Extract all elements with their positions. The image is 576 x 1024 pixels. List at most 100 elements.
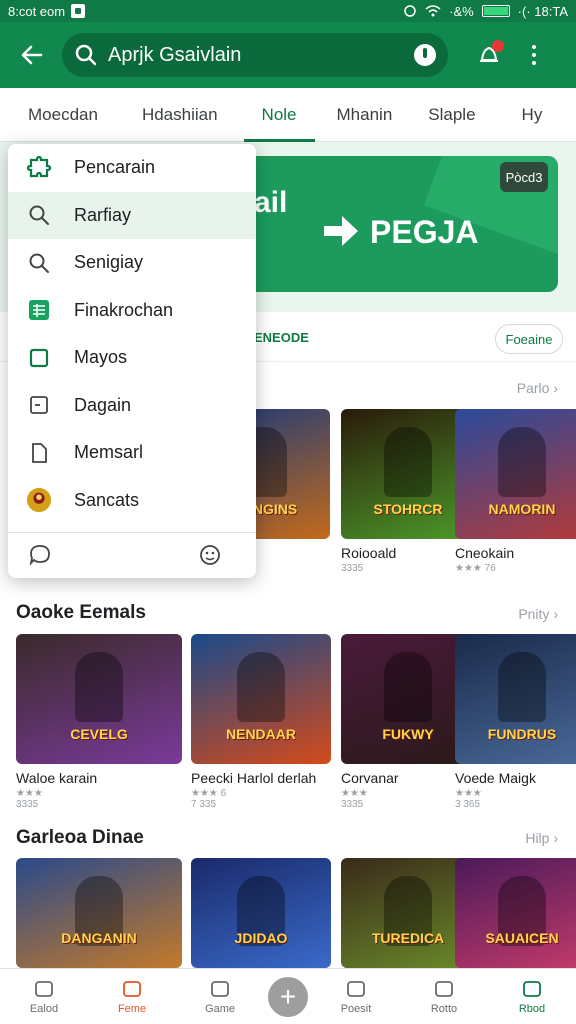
search-icon bbox=[75, 44, 97, 66]
status-time: 8:cot eom bbox=[8, 3, 66, 19]
nav-item-6[interactable]: Rotto bbox=[404, 978, 484, 1015]
avatar-icon bbox=[26, 487, 52, 513]
back-arrow-icon[interactable] bbox=[14, 37, 50, 73]
game-card[interactable]: JDIDAO bbox=[191, 858, 331, 968]
square-icon bbox=[26, 345, 52, 371]
game-cover-image: NAMORIN bbox=[455, 409, 576, 539]
game-count: 7 335 bbox=[191, 799, 217, 810]
menu-footer bbox=[8, 532, 256, 578]
cover-title-art: STOHRCR bbox=[373, 501, 443, 517]
emoji-icon[interactable] bbox=[198, 543, 222, 567]
character-figure bbox=[498, 427, 546, 497]
cover-title-art: TUREDICA bbox=[371, 930, 445, 946]
category-tabs: Moecdan Hdashiian Nole Mhanin Slaple Hy bbox=[0, 88, 576, 142]
search-icon bbox=[26, 250, 52, 276]
section1-more-link[interactable]: Parlo › bbox=[517, 380, 558, 396]
nav-label: Rbod bbox=[518, 1003, 546, 1015]
cover-title-art: CEVELG bbox=[70, 726, 128, 742]
nav-label: Ealod bbox=[29, 1003, 59, 1015]
game-title: Waloe karain bbox=[16, 770, 98, 786]
game-count: 3 365 bbox=[455, 799, 481, 810]
voice-search-icon[interactable] bbox=[414, 44, 436, 66]
character-figure bbox=[498, 652, 546, 722]
search-icon bbox=[26, 202, 52, 228]
section3-title: Garleoa Dinae bbox=[16, 827, 144, 848]
overflow-menu-icon[interactable] bbox=[524, 38, 544, 72]
battery-percent: ·&% bbox=[449, 3, 474, 19]
game-cover-image: DANGANIN bbox=[16, 858, 182, 968]
menu-item-3[interactable]: Senigiay bbox=[8, 239, 256, 287]
wifi-icon bbox=[425, 5, 441, 17]
notification-badge bbox=[492, 40, 504, 52]
arrow-right-icon bbox=[324, 216, 358, 246]
game-title: Peecki Harlol derlah bbox=[191, 770, 317, 786]
menu-item-8[interactable]: Sancats bbox=[8, 477, 256, 525]
notifications-button[interactable] bbox=[472, 38, 506, 72]
game-rating: ★★★ 76 bbox=[455, 563, 496, 574]
game-card[interactable]: DANGANIN bbox=[16, 858, 182, 968]
game-cover-image: SAUAICEN bbox=[455, 858, 576, 968]
filter-button[interactable]: Foeaine bbox=[495, 324, 563, 354]
tab-4[interactable]: Mhanin bbox=[337, 88, 393, 142]
search-query: Aprjk Gsaivlain bbox=[108, 43, 242, 66]
nav-item-7[interactable]: Rbod bbox=[492, 978, 572, 1015]
dropdown-menu: Pencarain Rarfiay Senigiay Finakrochan M… bbox=[8, 144, 256, 578]
document-icon bbox=[26, 440, 52, 466]
menu-item-2[interactable]: Rarfiay bbox=[8, 191, 256, 239]
nav-item-2[interactable]: Feme bbox=[92, 978, 172, 1015]
search-bar[interactable]: Aprjk Gsaivlain bbox=[62, 33, 448, 77]
hero-banner[interactable]: ail PEGJA Pòcd3 bbox=[214, 156, 558, 292]
menu-item-7[interactable]: Memsarl bbox=[8, 429, 256, 477]
nav-icon bbox=[432, 978, 456, 1000]
tab-5[interactable]: Slaple bbox=[428, 88, 475, 142]
section2-more-link[interactable]: Pnity › bbox=[518, 606, 558, 622]
tab-2[interactable]: Hdashiian bbox=[142, 88, 218, 142]
nav-item-5[interactable]: Poesit bbox=[316, 978, 396, 1015]
menu-item-4[interactable]: Finakrochan bbox=[8, 287, 256, 335]
hero-title: PEGJA bbox=[370, 214, 479, 250]
character-figure bbox=[384, 652, 432, 722]
chat-bubble-icon[interactable] bbox=[28, 543, 52, 567]
cover-title-art: SAUAICEN bbox=[485, 930, 559, 946]
section3-more-link[interactable]: Hilp › bbox=[525, 830, 558, 846]
tab-6[interactable]: Hy bbox=[522, 88, 543, 142]
battery-icon bbox=[481, 5, 510, 17]
menu-item-5[interactable]: Mayos bbox=[8, 334, 256, 382]
status-clock: ·(· 18:TA bbox=[517, 3, 568, 19]
game-rating: ★★★ 6 bbox=[191, 788, 227, 799]
hero-tag: Pòcd3 bbox=[500, 162, 548, 192]
character-figure bbox=[75, 652, 123, 722]
cover-title-art: NAMORIN bbox=[488, 501, 556, 517]
menu-item-6[interactable]: Dagain bbox=[8, 382, 256, 430]
nav-label: Game bbox=[205, 1003, 235, 1015]
game-card[interactable]: NAMORIN Cneokain ★★★ 76 bbox=[455, 409, 576, 574]
game-rating: ★★★ bbox=[16, 788, 43, 799]
game-card[interactable]: FUNDRUS Voede Maigk ★★★ 3 365 bbox=[455, 634, 576, 810]
game-card[interactable]: CEVELG Waloe karain ★★★ 3335 bbox=[16, 634, 182, 810]
game-card[interactable]: NENDAAR Peecki Harlol derlah ★★★ 67 335 bbox=[191, 634, 331, 810]
window-icon bbox=[26, 392, 52, 418]
game-title: Voede Maigk bbox=[455, 770, 536, 786]
cover-title-art: DANGANIN bbox=[61, 930, 137, 946]
cover-title-art: NENDAAR bbox=[226, 726, 296, 742]
puzzle-icon bbox=[26, 155, 52, 181]
cover-title-art: JDIDAO bbox=[234, 930, 288, 946]
game-cover-image: FUNDRUS bbox=[455, 634, 576, 764]
nav-label: Poesit bbox=[340, 1003, 372, 1015]
nav-item-1[interactable]: Ealod bbox=[4, 978, 84, 1015]
game-count: 3335 bbox=[16, 799, 39, 810]
status-bar: 8:cot eom ·&% ·(· 18:TA bbox=[0, 0, 576, 22]
nav-icon bbox=[120, 978, 144, 1000]
tab-3[interactable]: Nole bbox=[243, 88, 315, 142]
nav-label: Feme bbox=[117, 1003, 147, 1015]
nav-item-3[interactable]: Game bbox=[180, 978, 260, 1015]
hero-partial-text: ail bbox=[254, 186, 288, 219]
game-cover-image: NENDAAR bbox=[191, 634, 331, 764]
cover-title-art: FUKWY bbox=[382, 726, 434, 742]
game-card[interactable]: SAUAICEN bbox=[455, 858, 576, 968]
menu-item-1[interactable]: Pencarain bbox=[8, 144, 256, 192]
game-title: Cneokain bbox=[455, 545, 515, 561]
tab-1[interactable]: Moecdan bbox=[28, 88, 98, 142]
nav-icon bbox=[344, 978, 368, 1000]
add-button[interactable]: + bbox=[268, 976, 308, 1017]
